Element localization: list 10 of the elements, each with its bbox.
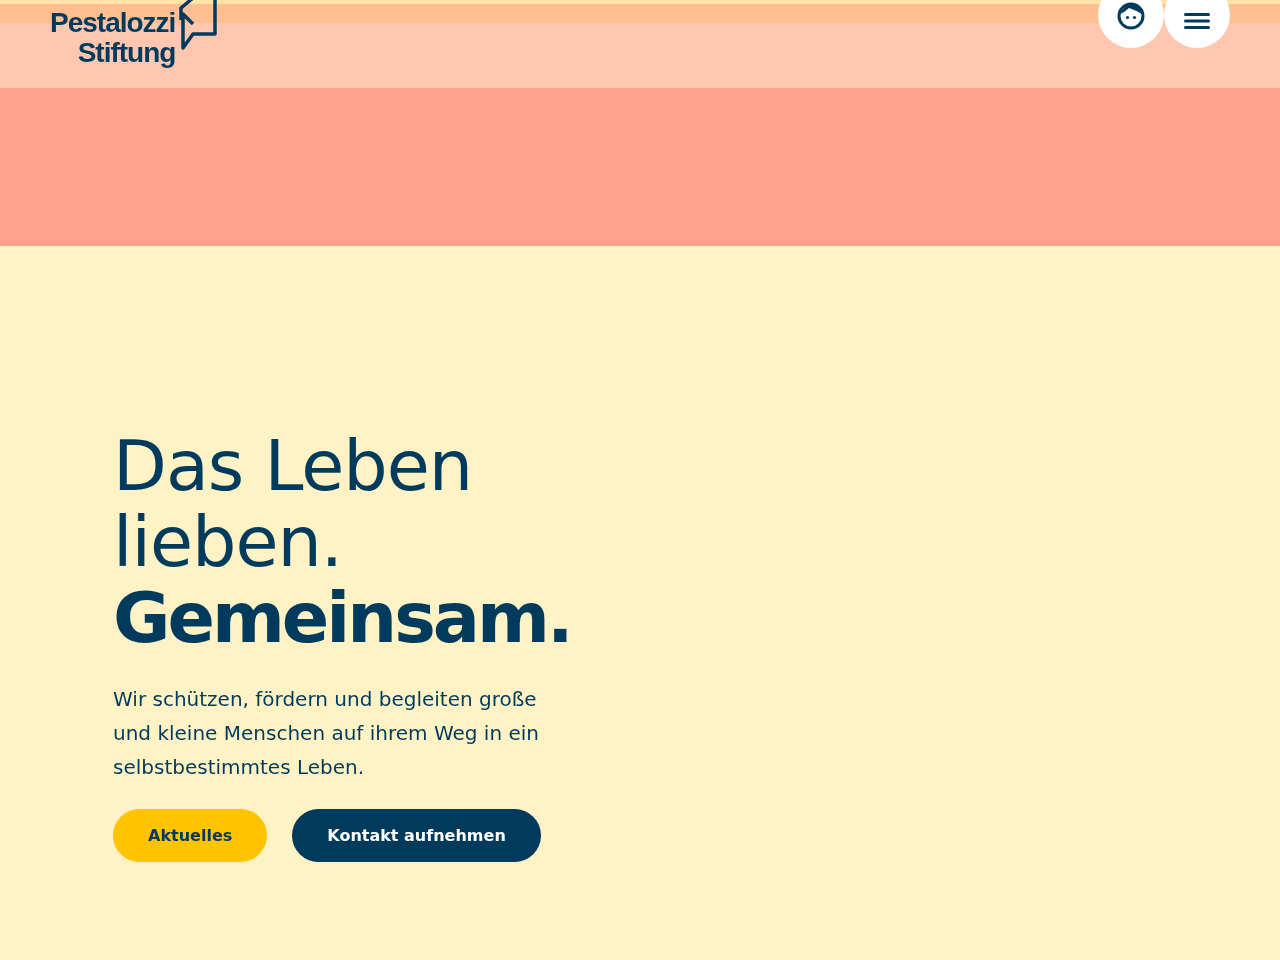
face-icon: [1117, 2, 1145, 30]
contact-button[interactable]: Kontakt aufnehmen: [292, 809, 541, 862]
intro-text: Wir schützen, fördern und begleiten große und kleine Menschen auf ihrem Weg in ein selbstbestimmtes Leben.: [113, 686, 540, 781]
menu-icon: [1184, 12, 1210, 30]
logo-text: Stiftung: [77, 38, 176, 68]
logo-text: Pestalozzi: [50, 8, 176, 38]
news-button[interactable]: Aktuelles: [113, 809, 268, 862]
headline-bold: Gemeinsam.: [113, 580, 572, 656]
headline: Das Leben lieben.: [113, 428, 474, 580]
logo[interactable]: Pestalozzi Stiftung: [50, 0, 218, 68]
